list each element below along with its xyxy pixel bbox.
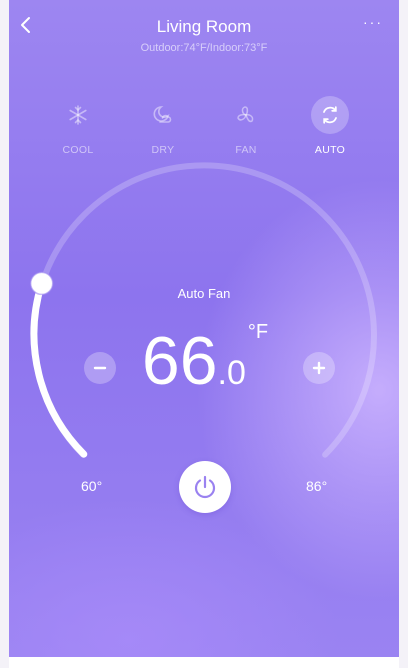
temperature-unit: °F	[247, 321, 269, 343]
plus-icon	[312, 361, 326, 375]
power-icon	[194, 475, 216, 499]
temperature-decimal: .0	[217, 354, 246, 392]
temperature-integer: 66	[141, 323, 218, 399]
fan-mode-label: Auto Fan	[177, 286, 231, 301]
thermostat-screen: Living Room Outdoor:74°F/Indoor:73°F ···…	[9, 0, 399, 657]
decrease-temperature-button[interactable]	[84, 352, 116, 384]
increase-temperature-button[interactable]	[303, 352, 335, 384]
dial-track	[31, 162, 377, 458]
min-temperature-label: 60°	[81, 478, 103, 494]
minus-icon	[93, 366, 107, 370]
bottom-bar	[9, 657, 399, 668]
set-temperature: 66.0°F	[9, 321, 399, 401]
max-temperature-label: 86°	[306, 478, 328, 494]
power-button[interactable]	[179, 461, 231, 513]
